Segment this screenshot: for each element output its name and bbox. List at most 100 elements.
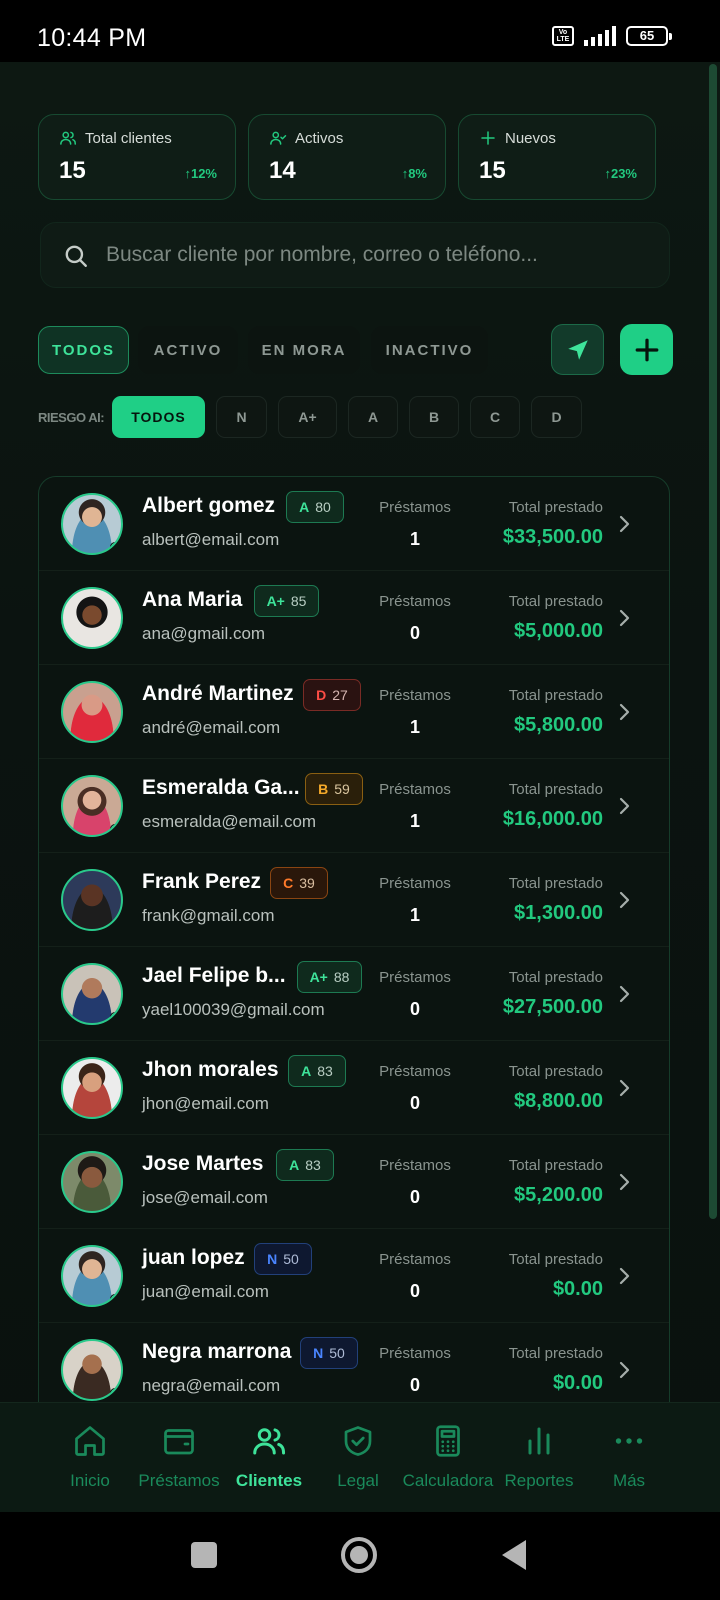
risk-chip-a-plus[interactable]: A+ bbox=[278, 396, 337, 438]
online-indicator bbox=[110, 1012, 120, 1022]
navigation-arrow-icon bbox=[567, 339, 588, 360]
loans-label: Préstamos bbox=[379, 1251, 451, 1268]
signal-icon bbox=[584, 26, 616, 46]
filter-tab-todos[interactable]: TODOS bbox=[38, 326, 129, 374]
total-amount: $8,800.00 bbox=[514, 1090, 603, 1112]
nav-label: Clientes bbox=[235, 1471, 303, 1490]
filter-tab-activo[interactable]: ACTIVO bbox=[138, 326, 238, 374]
risk-score: 88 bbox=[333, 969, 350, 985]
client-row[interactable]: Albert gomez A 80 albert@email.com Présta… bbox=[39, 477, 669, 571]
total-amount: $1,300.00 bbox=[514, 902, 603, 924]
chevron-right-icon bbox=[619, 1361, 630, 1379]
avatar bbox=[61, 963, 123, 1025]
client-email: jose@email.com bbox=[142, 1188, 268, 1207]
risk-chip-n[interactable]: N bbox=[216, 396, 267, 438]
chevron-right-icon bbox=[619, 515, 630, 533]
loans-count: 1 bbox=[409, 717, 420, 737]
loans-count: 1 bbox=[409, 811, 420, 831]
back-button[interactable] bbox=[502, 1540, 526, 1570]
add-client-button[interactable] bbox=[620, 324, 673, 375]
chevron-right-icon bbox=[619, 1267, 630, 1285]
client-row[interactable]: André Martinez D 27 andré@email.com Prést… bbox=[39, 665, 669, 759]
risk-badge: A 80 bbox=[286, 491, 344, 523]
risk-grade: A+ bbox=[309, 969, 328, 985]
risk-filter-label: RIESGO AI: bbox=[38, 410, 105, 425]
client-row[interactable]: juan lopez N 50 juan@email.com Préstamos … bbox=[39, 1229, 669, 1323]
chevron-right-icon bbox=[619, 1173, 630, 1191]
client-email: ana@gmail.com bbox=[142, 624, 266, 643]
client-email: jhon@email.com bbox=[142, 1094, 269, 1113]
avatar bbox=[61, 1151, 123, 1213]
loans-count: 1 bbox=[409, 529, 420, 549]
risk-score: 85 bbox=[290, 593, 307, 609]
client-name: Esmeralda Ga... bbox=[142, 776, 300, 799]
client-row[interactable]: Jael Felipe b... A+ 88 yael100039@gmail.c… bbox=[39, 947, 669, 1041]
total-label: Total prestado bbox=[508, 593, 603, 610]
volte-icon: Vo LTE bbox=[552, 26, 574, 46]
risk-score: 59 bbox=[334, 781, 350, 797]
loans-count: 0 bbox=[409, 1375, 420, 1395]
avatar bbox=[61, 1245, 123, 1307]
online-indicator bbox=[110, 542, 120, 552]
chevron-right-icon bbox=[619, 891, 630, 909]
total-amount: $16,000.00 bbox=[502, 808, 603, 830]
chevron-right-icon bbox=[619, 797, 630, 815]
total-amount: $27,500.00 bbox=[502, 996, 603, 1018]
stat-value: 14 bbox=[269, 157, 296, 184]
total-amount: $5,200.00 bbox=[514, 1184, 603, 1206]
client-name: Frank Perez bbox=[142, 870, 262, 893]
nav-label: Reportes bbox=[504, 1471, 574, 1490]
client-name: Negra marrona bbox=[142, 1340, 292, 1363]
recent-apps-button[interactable] bbox=[191, 1542, 217, 1568]
avatar bbox=[61, 1339, 123, 1401]
nav-item-mas[interactable]: Más bbox=[584, 1403, 674, 1512]
client-row[interactable]: Jose Martes A 83 jose@email.com Préstamos… bbox=[39, 1135, 669, 1229]
stat-label: Total clientes bbox=[85, 129, 172, 147]
risk-chip-c[interactable]: C bbox=[470, 396, 520, 438]
loans-count: 0 bbox=[409, 999, 420, 1019]
loans-count: 1 bbox=[409, 905, 420, 925]
filter-tab-en-mora[interactable]: EN MORA bbox=[248, 326, 360, 374]
risk-chip-todos[interactable]: TODOS bbox=[112, 396, 205, 438]
home-button[interactable] bbox=[341, 1537, 377, 1573]
risk-grade: B bbox=[318, 781, 329, 797]
risk-chip-b[interactable]: B bbox=[409, 396, 459, 438]
scrollbar[interactable] bbox=[709, 64, 717, 1219]
chevron-right-icon bbox=[619, 1079, 630, 1097]
risk-chip-d[interactable]: D bbox=[531, 396, 582, 438]
stat-trend: ↑12% bbox=[184, 166, 217, 181]
loans-label: Préstamos bbox=[379, 1345, 451, 1362]
filter-tab-inactivo[interactable]: INACTIVO bbox=[371, 326, 488, 374]
client-row[interactable]: Esmeralda Ga... B 59 esmeralda@email.com … bbox=[39, 759, 669, 853]
client-row[interactable]: Jhon morales A 83 jhon@email.com Préstamo… bbox=[39, 1041, 669, 1135]
nav-item-clientes[interactable]: Clientes bbox=[224, 1403, 314, 1512]
search-bar bbox=[40, 222, 670, 288]
client-name: Albert gomez bbox=[142, 494, 276, 517]
nav-label: Legal bbox=[337, 1471, 379, 1490]
nav-item-calculadora[interactable]: Calculadora bbox=[403, 1403, 493, 1512]
risk-chip-a[interactable]: A bbox=[348, 396, 398, 438]
navigate-button[interactable] bbox=[551, 324, 604, 375]
loans-label: Préstamos bbox=[379, 593, 451, 610]
shield-check-icon bbox=[344, 1426, 372, 1456]
nav-item-prestamos[interactable]: Préstamos bbox=[134, 1403, 224, 1512]
loans-label: Préstamos bbox=[379, 875, 451, 892]
client-email: albert@email.com bbox=[142, 530, 280, 549]
client-name: Ana Maria bbox=[142, 588, 243, 611]
search-input[interactable] bbox=[106, 223, 656, 287]
avatar bbox=[61, 775, 123, 837]
nav-label: Inicio bbox=[70, 1471, 110, 1490]
risk-grade: A+ bbox=[266, 593, 285, 609]
nav-item-inicio[interactable]: Inicio bbox=[45, 1403, 135, 1512]
stat-trend: ↑8% bbox=[401, 166, 427, 181]
total-amount: $5,000.00 bbox=[514, 620, 603, 642]
client-row[interactable]: Ana Maria A+ 85 ana@gmail.com Préstamos 0… bbox=[39, 571, 669, 665]
client-name: Jael Felipe b... bbox=[142, 964, 286, 987]
client-name: André Martinez bbox=[142, 682, 294, 705]
nav-item-reportes[interactable]: Reportes bbox=[494, 1403, 584, 1512]
nav-label: Calculadora bbox=[402, 1471, 494, 1490]
client-row[interactable]: Frank Perez C 39 frank@gmail.com Préstamo… bbox=[39, 853, 669, 947]
loans-label: Préstamos bbox=[379, 687, 451, 704]
chevron-right-icon bbox=[619, 985, 630, 1003]
nav-item-legal[interactable]: Legal bbox=[313, 1403, 403, 1512]
